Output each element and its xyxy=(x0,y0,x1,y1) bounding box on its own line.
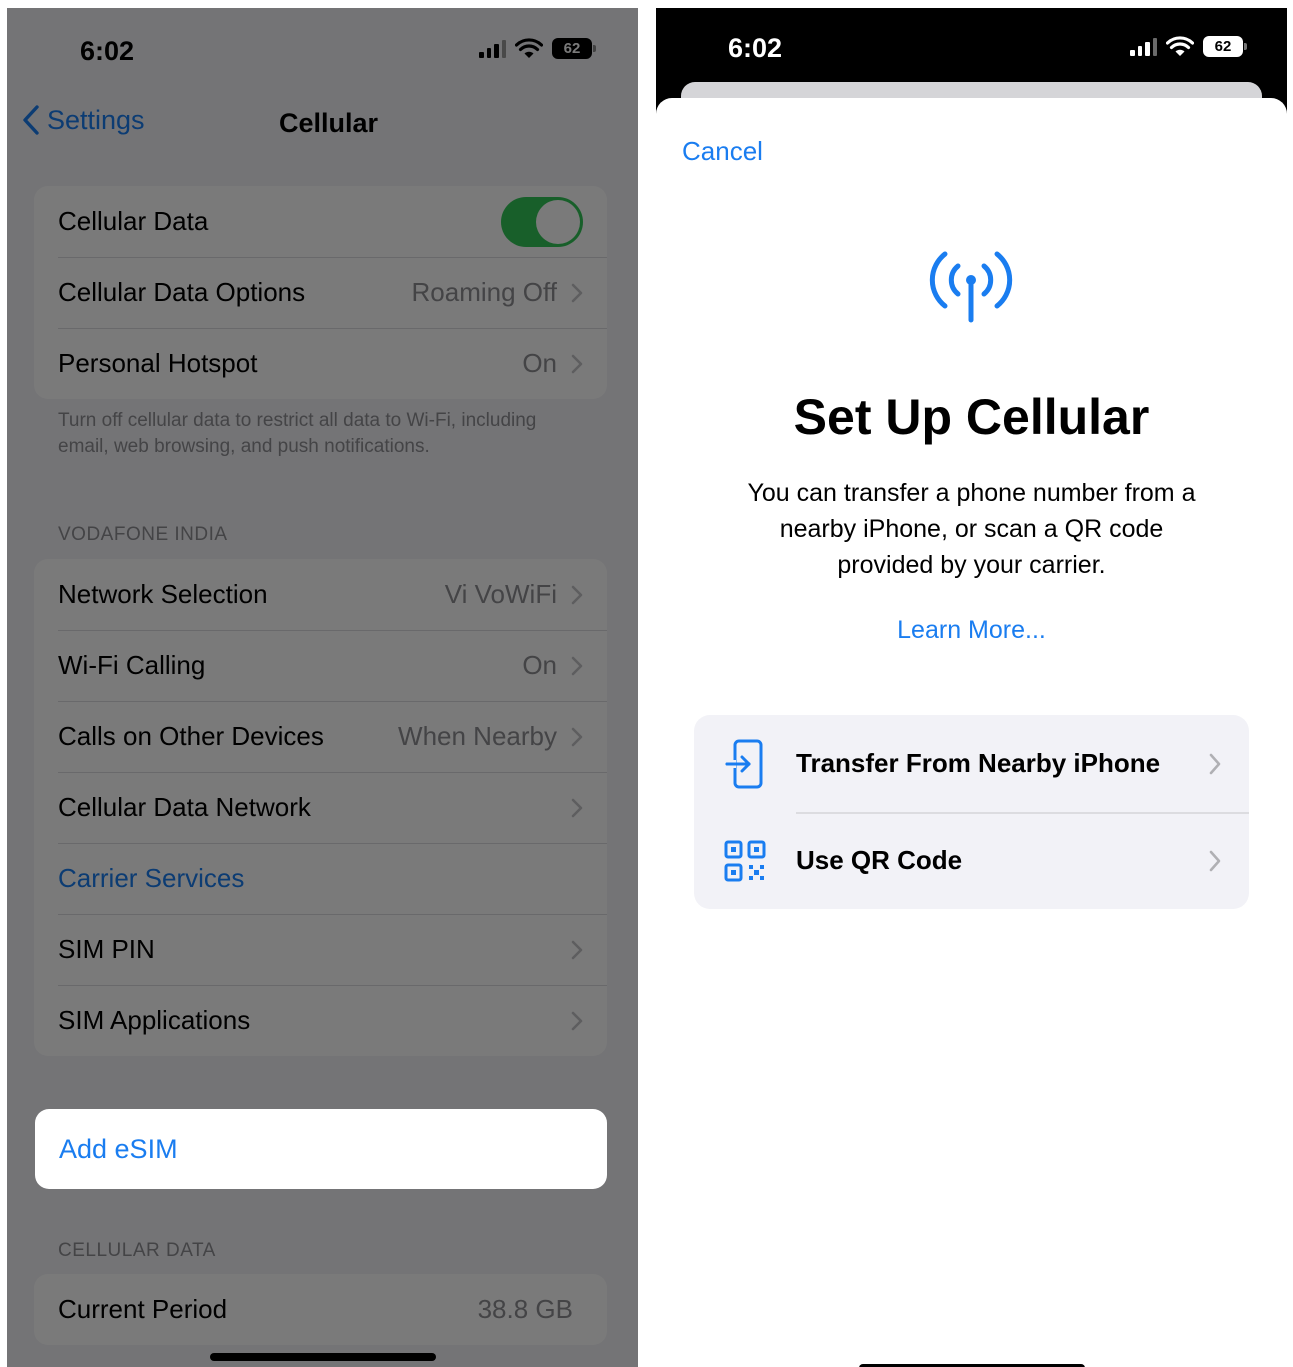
row-label: SIM Applications xyxy=(58,1005,251,1035)
chevron-right-icon xyxy=(571,940,583,959)
cancel-button[interactable]: Cancel xyxy=(682,136,763,167)
setup-options-group: Transfer From Nearby iPhone Use QR Code xyxy=(694,715,1249,909)
row-label: Cellular Data Network xyxy=(58,792,311,822)
row-label: Cellular Data Options xyxy=(58,277,306,307)
row-label: Current Period xyxy=(58,1294,228,1324)
setup-cellular-screen: 6:02 62 Cancel Set Up Cellular You can t… xyxy=(656,8,1287,1367)
transfer-from-nearby-iphone-button[interactable]: Transfer From Nearby iPhone xyxy=(694,715,1249,812)
sim-pin-row[interactable]: SIM PIN xyxy=(34,914,607,985)
row-label: Network Selection xyxy=(58,579,268,609)
cellular-settings-screen: 6:02 62 Settings Cellular Cellular Data … xyxy=(7,8,638,1367)
setup-sheet: Cancel Set Up Cellular You can transfer … xyxy=(656,98,1287,1367)
battery-icon: 62 xyxy=(552,38,596,59)
chevron-right-icon xyxy=(571,656,583,675)
chevron-right-icon xyxy=(571,585,583,604)
cellular-data-options-row[interactable]: Cellular Data Options Roaming Off xyxy=(34,257,607,328)
wifi-icon xyxy=(1166,36,1194,56)
calls-on-other-devices-row[interactable]: Calls on Other Devices When Nearby xyxy=(34,701,607,772)
cellular-data-usage-header: CELLULAR DATA xyxy=(58,1240,216,1261)
personal-hotspot-row[interactable]: Personal Hotspot On xyxy=(34,328,607,399)
row-value: 38.8 GB xyxy=(477,1294,573,1324)
battery-icon: 62 xyxy=(1203,36,1247,57)
status-time: 6:02 xyxy=(80,36,135,66)
sim-applications-row[interactable]: SIM Applications xyxy=(34,985,607,1056)
cellular-data-network-row[interactable]: Cellular Data Network xyxy=(34,772,607,843)
home-indicator[interactable] xyxy=(210,1353,436,1361)
status-bar: 62 xyxy=(1130,36,1247,57)
option-label: Use QR Code xyxy=(796,845,963,875)
status-bar: 6:02 62 xyxy=(7,8,638,88)
current-period-row: Current Period 38.8 GB xyxy=(34,1274,607,1345)
status-time: 6:02 xyxy=(728,33,783,63)
use-qr-code-button[interactable]: Use QR Code xyxy=(694,812,1249,909)
wifi-icon xyxy=(515,38,543,58)
chevron-right-icon xyxy=(571,354,583,373)
cellular-signal-icon xyxy=(479,39,506,58)
carrier-group: Network Selection Vi VoWiFi Wi-Fi Callin… xyxy=(34,559,607,1056)
row-label: Personal Hotspot xyxy=(58,348,258,378)
learn-more-link[interactable]: Learn More... xyxy=(656,616,1287,645)
chevron-right-icon xyxy=(1209,850,1221,871)
page-title: Cellular xyxy=(278,108,379,138)
sheet-description: You can transfer a phone number from a n… xyxy=(747,479,1196,579)
wifi-calling-row[interactable]: Wi-Fi Calling On xyxy=(34,630,607,701)
row-value: On xyxy=(522,650,557,680)
row-value: On xyxy=(522,348,557,378)
add-esim-button[interactable]: Add eSIM xyxy=(35,1109,607,1189)
usage-group: Current Period 38.8 GB xyxy=(34,1274,607,1345)
chevron-right-icon xyxy=(1209,753,1221,774)
network-selection-row[interactable]: Network Selection Vi VoWiFi xyxy=(34,559,607,630)
row-value: Vi VoWiFi xyxy=(444,579,557,609)
qr-code-icon xyxy=(724,840,766,881)
cellular-data-footnote: Turn off cellular data to restrict all d… xyxy=(58,410,537,457)
carrier-services-row[interactable]: Carrier Services xyxy=(34,843,607,914)
row-value: When Nearby xyxy=(398,721,557,751)
row-value: Roaming Off xyxy=(411,277,557,307)
row-label: Wi-Fi Calling xyxy=(58,650,206,680)
row-label: Calls on Other Devices xyxy=(58,721,324,751)
transfer-icon xyxy=(725,739,763,788)
chevron-right-icon xyxy=(571,727,583,746)
row-label: Cellular Data xyxy=(58,206,209,236)
cellular-data-toggle[interactable] xyxy=(501,196,583,247)
chevron-right-icon xyxy=(571,798,583,817)
option-label: Transfer From Nearby iPhone xyxy=(796,748,1161,778)
chevron-right-icon xyxy=(571,1011,583,1030)
carrier-section-header: VODAFONE INDIA xyxy=(58,524,228,545)
cellular-data-row: Cellular Data xyxy=(34,186,607,257)
row-label: SIM PIN xyxy=(58,934,155,964)
cellular-data-group: Cellular Data Cellular Data Options Roam… xyxy=(34,186,607,399)
chevron-right-icon xyxy=(571,283,583,302)
cellular-signal-icon xyxy=(1130,37,1157,56)
carrier-services-link[interactable]: Carrier Services xyxy=(58,863,583,894)
cellular-antenna-icon xyxy=(929,251,1013,323)
sheet-title: Set Up Cellular xyxy=(793,389,1150,445)
navigation-bar: Settings Cellular xyxy=(7,96,638,144)
